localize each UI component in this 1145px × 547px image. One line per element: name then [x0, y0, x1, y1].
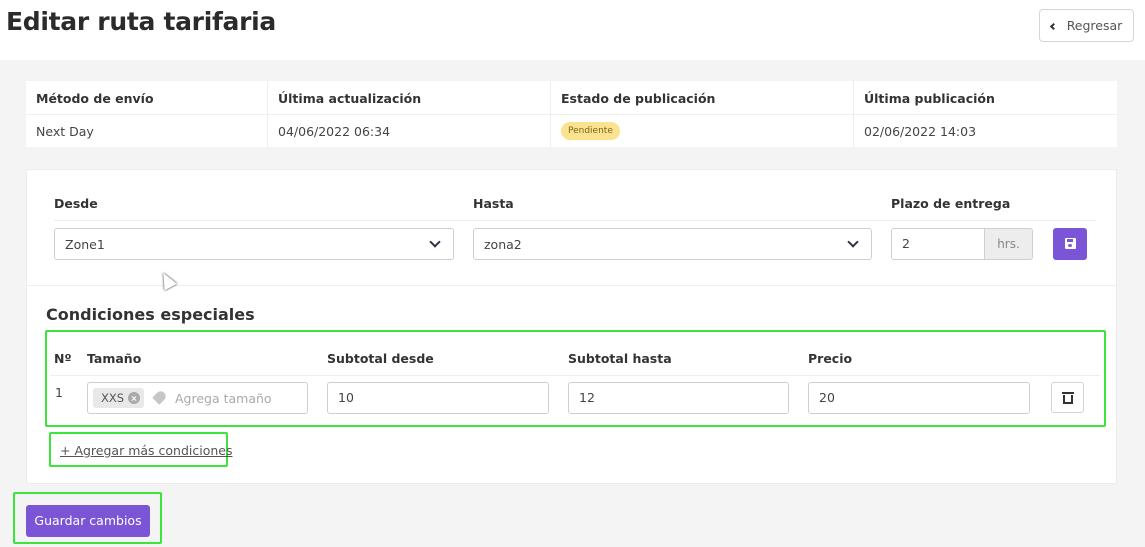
trash-icon [1062, 392, 1074, 394]
back-button[interactable]: Regresar [1039, 9, 1134, 42]
column-header-subtotal-to: Subtotal hasta [568, 351, 672, 366]
conditions-title: Condiciones especiales [46, 305, 255, 324]
info-header: Última actualización [278, 91, 422, 106]
info-column-method: Método de envío Next Day [26, 81, 267, 147]
info-header: Método de envío [36, 91, 154, 106]
hasta-value: zona2 [484, 237, 522, 252]
trash-icon-body [1063, 395, 1073, 404]
save-changes-button[interactable]: Guardar cambios [26, 505, 150, 537]
desde-value: Zone1 [65, 237, 105, 252]
top-bar: Editar ruta tarifaria Regresar [0, 0, 1145, 60]
status-badge: Pendiente [561, 122, 620, 140]
delete-condition-button[interactable] [1051, 382, 1084, 413]
divider [27, 285, 1116, 286]
divider [54, 220, 1096, 221]
plazo-input[interactable]: 2 [891, 228, 985, 260]
size-tag-input[interactable]: XXS Agrega tamaño [87, 382, 308, 414]
save-route-button[interactable] [1053, 228, 1087, 260]
page-title: Editar ruta tarifaria [6, 7, 276, 36]
chevron-left-icon [1049, 22, 1057, 30]
desde-label: Desde [54, 196, 98, 211]
save-changes-area: Guardar cambios [13, 492, 162, 544]
info-column-status: Estado de publicación Pendiente [550, 81, 853, 147]
subtotal-to-input[interactable]: 12 [568, 382, 789, 414]
row-number: 1 [55, 385, 63, 400]
divider [50, 375, 1100, 376]
save-icon [1065, 238, 1076, 249]
size-tag: XXS [93, 388, 145, 408]
chevron-down-icon [847, 236, 859, 248]
info-header: Última publicación [864, 91, 995, 106]
info-header: Estado de publicación [561, 91, 716, 106]
desde-select[interactable]: Zone1 [54, 228, 454, 260]
info-column-updated: Última actualización 04/06/2022 06:34 [267, 81, 550, 147]
price-input[interactable]: 20 [808, 382, 1030, 414]
back-button-label: Regresar [1066, 18, 1123, 33]
column-header-number: Nº [54, 351, 72, 366]
hasta-label: Hasta [473, 196, 514, 211]
add-condition-area: + Agregar más condiciones [49, 432, 233, 467]
info-column-published: Última publicación 02/06/2022 14:03 [853, 81, 1117, 147]
size-placeholder: Agrega tamaño [175, 391, 272, 406]
info-value: Next Day [36, 124, 94, 139]
chevron-down-icon [429, 236, 441, 248]
size-tag-label: XXS [101, 391, 125, 405]
conditions-table: Nº Tamaño Subtotal desde Subtotal hasta … [45, 330, 1106, 427]
info-value: 02/06/2022 14:03 [864, 124, 977, 139]
tag-icon [152, 389, 168, 405]
column-header-size: Tamaño [87, 351, 142, 366]
remove-tag-icon[interactable] [128, 392, 141, 404]
hasta-select[interactable]: zona2 [473, 228, 872, 260]
plazo-label: Plazo de entrega [891, 196, 1011, 211]
plazo-unit: hrs. [985, 228, 1033, 260]
subtotal-from-input[interactable]: 10 [327, 382, 549, 414]
column-header-price: Precio [808, 351, 853, 366]
info-value: 04/06/2022 06:34 [278, 124, 391, 139]
column-header-subtotal-from: Subtotal desde [327, 351, 434, 366]
route-info-table: Método de envío Next Day Última actualiz… [26, 81, 1117, 147]
add-condition-link[interactable]: + Agregar más condiciones [60, 443, 233, 458]
